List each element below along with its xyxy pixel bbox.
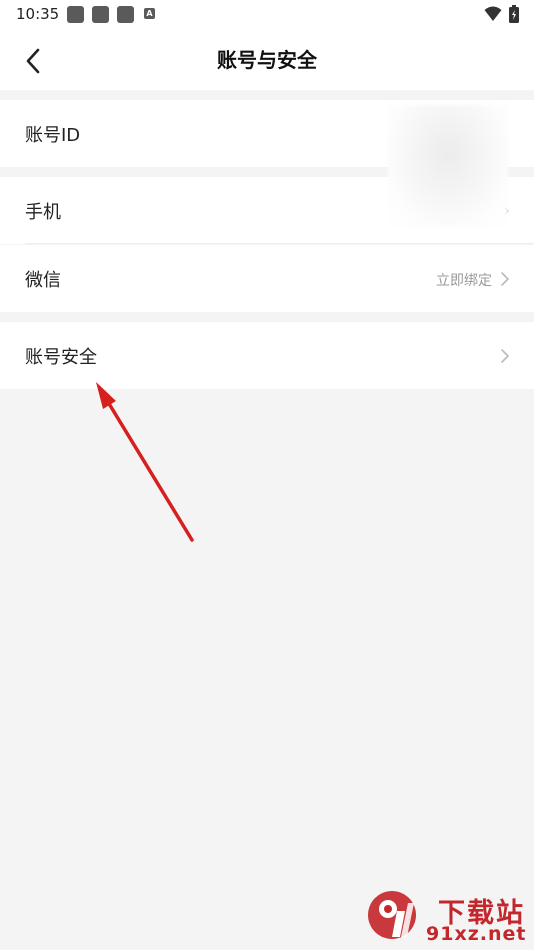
watermark-logo-icon [368,891,416,939]
watermark: 下载站 91xz.net [362,885,534,950]
watermark-brand-en: 91xz.net [426,923,527,945]
annotation-arrow [96,382,194,542]
